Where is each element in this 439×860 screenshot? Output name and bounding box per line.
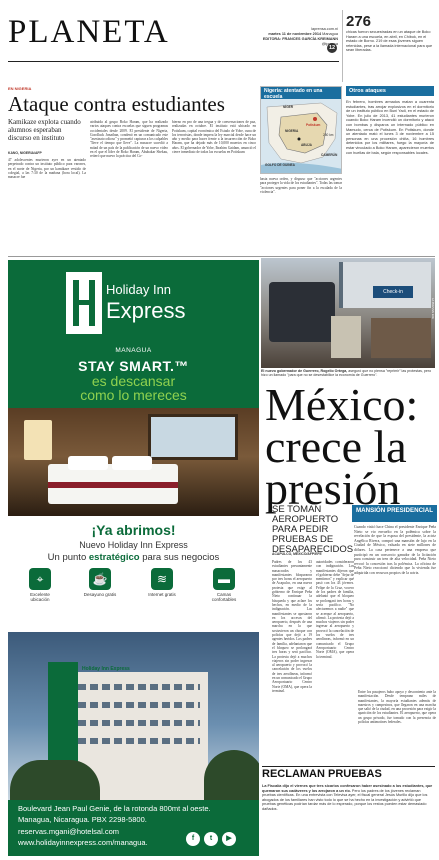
bed-runner-icon bbox=[48, 482, 178, 488]
ad-new-hotel: Nuevo Holiday Inn Express bbox=[79, 540, 188, 550]
map-label-golfo: GOLFO DE GUINEA bbox=[265, 163, 295, 167]
pillow-icon bbox=[68, 456, 108, 470]
airport-protest-photo: Check-in LA PRENSA/ EFE bbox=[261, 258, 435, 368]
bed-icon: ▬ bbox=[213, 568, 235, 590]
lamp-icon bbox=[24, 420, 52, 460]
section-divider bbox=[8, 256, 435, 257]
window-icon bbox=[148, 414, 238, 460]
pillow-icon bbox=[112, 456, 152, 470]
ad-stay-smart: STAY SMART.™ bbox=[78, 358, 189, 374]
story1-col2: atribuida al grupo Boko Haram, que ha re… bbox=[90, 120, 168, 159]
ad-opening-title: ¡Ya abrimos! bbox=[91, 522, 176, 538]
map-label-scale: 250 km bbox=[323, 133, 334, 137]
map-label-abuja: ABUJA bbox=[301, 143, 312, 147]
protester-icon bbox=[331, 316, 361, 358]
map-label-niger: NÍGER bbox=[283, 105, 294, 109]
story2-headline: México: crece la presión bbox=[265, 379, 419, 514]
story2-subhead: SE TOMAN AEROPUERTO PARA PEDIR PRUEBAS D… bbox=[272, 504, 354, 555]
terminal-ceiling-icon bbox=[339, 262, 431, 308]
ad-tagline-1: es descansar bbox=[91, 373, 176, 389]
tree-icon bbox=[204, 750, 259, 800]
ad-address: Boulevard Jean Paul Genie, de la rotonda… bbox=[18, 804, 211, 813]
ad-city: MANAGUA bbox=[115, 347, 152, 354]
reclaman-rule bbox=[262, 766, 435, 767]
story1-col4: hasta nueva orden, y dispuso que "accion… bbox=[260, 177, 342, 194]
story1-byline: KANO, NIGERIA/AFP bbox=[8, 151, 42, 155]
amenity-internet: ≋ Internet gratis bbox=[142, 568, 182, 597]
twitter-icon[interactable]: t bbox=[204, 832, 218, 846]
amenity-beds: ▬ Camas confortables bbox=[204, 568, 244, 602]
map-label-nigeria: NIGERIA bbox=[285, 129, 299, 133]
story2-col2: autoridades consideraron con indignación… bbox=[316, 560, 354, 659]
facebook-icon[interactable]: f bbox=[186, 832, 200, 846]
photo-credit: LA PRENSA/ EFE bbox=[431, 298, 434, 319]
wifi-icon: ≋ bbox=[151, 568, 173, 590]
ad-tagline-2: como lo mereces bbox=[80, 387, 187, 403]
tree-icon bbox=[10, 760, 100, 800]
nigeria-map: Nigeria: atentado en una escuela NÍGER P… bbox=[260, 86, 342, 174]
hotel-advertisement[interactable]: Holiday Inn Express MANAGUA STAY SMART.™… bbox=[8, 260, 259, 856]
windows-row-icon bbox=[66, 702, 200, 708]
ad-brand-bottom: Express bbox=[106, 298, 186, 323]
youtube-icon[interactable]: ▶ bbox=[222, 832, 236, 846]
story1-deck: Kamikaze explota cuando alumnos esperaba… bbox=[8, 118, 81, 142]
ad-brand-top: Holiday Inn bbox=[106, 282, 172, 297]
windows-row-icon bbox=[66, 720, 200, 726]
story2-byline: ACAPULCO, MÉXICO/AFP/EFE bbox=[272, 552, 322, 556]
ad-business-line: Un punto estratégico para sus negocios bbox=[47, 552, 220, 563]
amenity-breakfast: ☕ Desayuno gratis bbox=[80, 568, 120, 597]
story2-col3: Entre los pasajeros hubo apoyo y descont… bbox=[358, 690, 436, 725]
masthead: PLANETA bbox=[8, 14, 170, 50]
otros-ataques-text: En febrero, hombres armados matan a cuar… bbox=[346, 100, 434, 155]
header-divider bbox=[342, 10, 343, 82]
crowd-icon bbox=[371, 318, 431, 358]
ad-contact-footer: Boulevard Jean Paul Genie, de la rotonda… bbox=[8, 800, 259, 856]
header-meta: laprensa.com.ni martes 11 de noviembre 2… bbox=[260, 27, 338, 47]
section-tag: EN NIGERIA bbox=[8, 86, 32, 91]
hotel-building-photo: Holiday Inn Express bbox=[8, 632, 259, 800]
ad-phone: Managua, Nicaragua. PBX 2298-5800. bbox=[18, 815, 147, 824]
amenity-location: ⌖ Excelente ubicación bbox=[20, 568, 60, 602]
otros-ataques-header: Otros ataques bbox=[346, 86, 434, 96]
windows-row-icon bbox=[66, 684, 200, 690]
building-sign: Holiday Inn Express bbox=[82, 666, 130, 672]
map-label-potiskum: Potiskum bbox=[306, 123, 321, 127]
stat-text: chicas fueron secuestradas en un ataque … bbox=[346, 30, 433, 53]
mansion-sidebar-text: Cuando visitó hace China el presidente E… bbox=[354, 525, 436, 575]
reclaman-body: La Fiscalía dijo el viernes que tres sic… bbox=[262, 784, 433, 811]
map-label-camerun: CAMERÚN bbox=[321, 153, 338, 157]
story2-col1: Padres de los 43 estudiantes presuntamen… bbox=[272, 560, 312, 693]
story1-col1: 47 adolescentes murieron ayer en un aten… bbox=[8, 158, 86, 180]
police-shields-icon bbox=[269, 282, 335, 342]
checkin-sign: Check-in bbox=[373, 286, 413, 298]
stat-number: 276 bbox=[346, 13, 372, 30]
story1-headline: Ataque contra estudiantes bbox=[8, 92, 225, 116]
issue-date: martes 11 de noviembre 2014 bbox=[268, 32, 322, 36]
location-icon: ⌖ bbox=[29, 568, 51, 590]
issue-city: Managua bbox=[322, 32, 338, 36]
reclaman-header: RECLAMAN PRUEBAS bbox=[262, 768, 382, 780]
header-rule bbox=[8, 61, 339, 63]
photo-caption: El nuevo gobernador de Guerrero, Rogelio… bbox=[261, 369, 432, 378]
windows-row-icon bbox=[66, 738, 200, 744]
ad-website[interactable]: www.holidayinnexpress.com/managua. bbox=[18, 838, 148, 847]
mansion-sidebar-header: MANSIÓN PRESIDENCIAL bbox=[352, 505, 437, 522]
hotel-room-photo bbox=[8, 408, 259, 516]
ad-email[interactable]: reservas.mgani@hotelsal.com bbox=[18, 827, 119, 836]
page-number-badge: 12 bbox=[327, 43, 337, 53]
story1-col3: bierno en pro de una tregua y de convers… bbox=[172, 120, 256, 155]
coffee-icon: ☕ bbox=[89, 568, 111, 590]
